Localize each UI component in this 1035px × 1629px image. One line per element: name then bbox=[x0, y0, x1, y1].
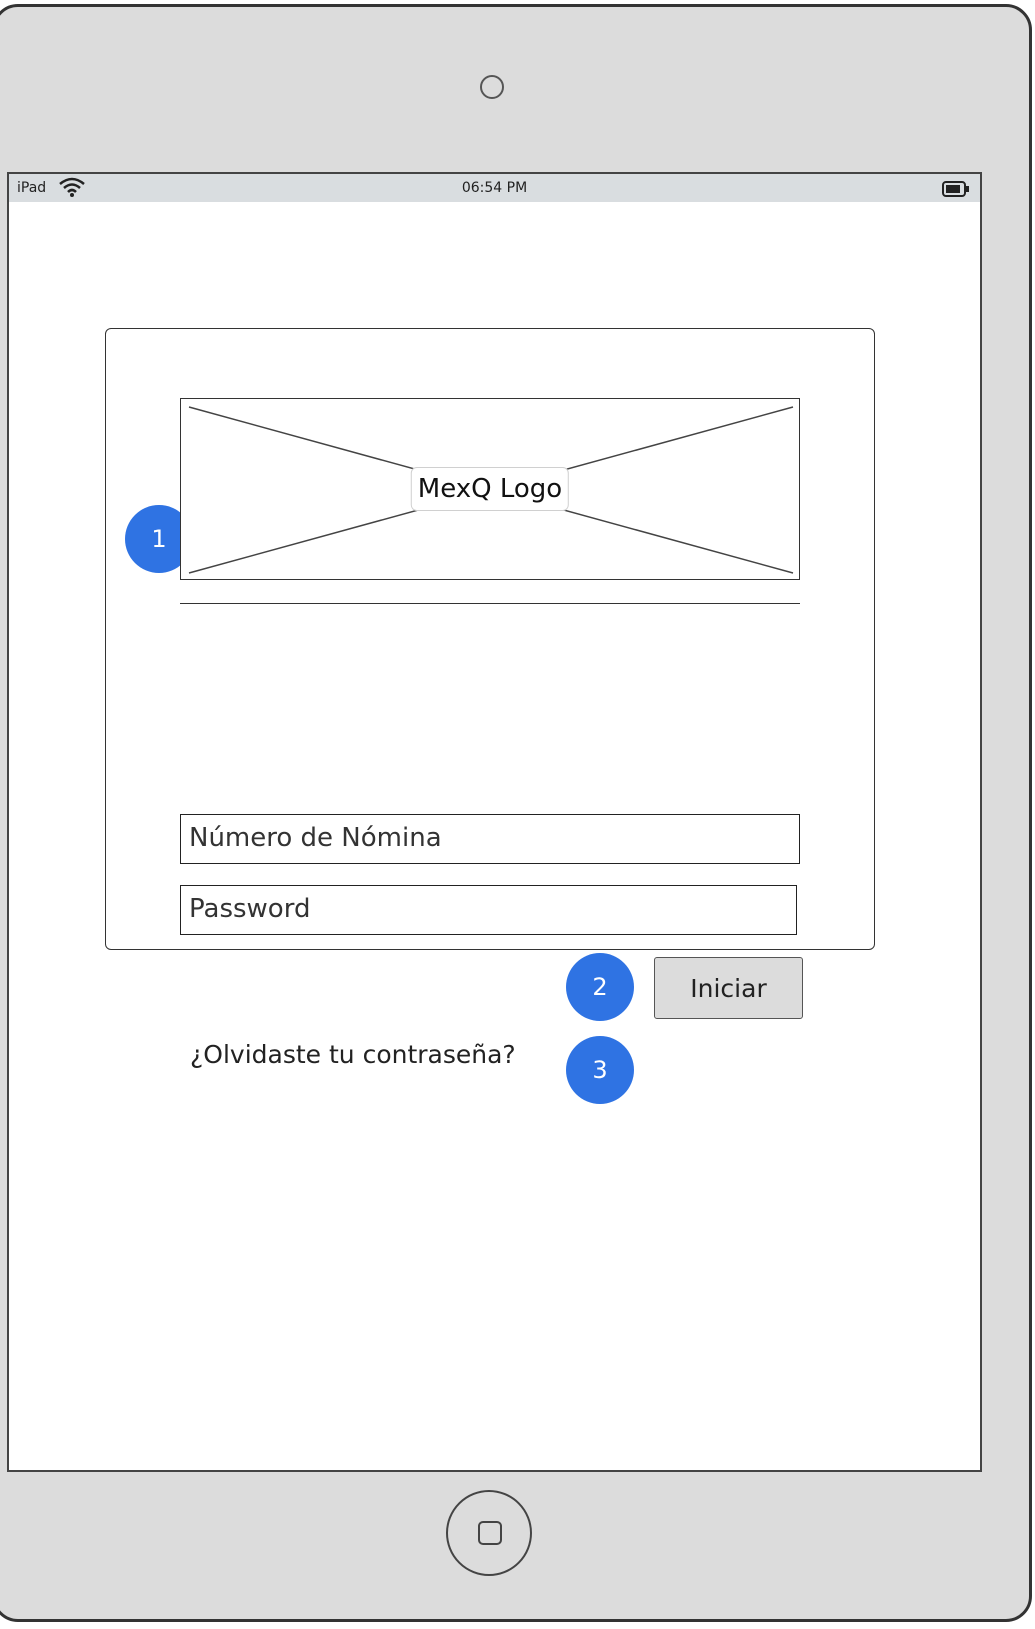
divider bbox=[180, 603, 800, 604]
employee-number-placeholder: Número de Nómina bbox=[189, 823, 442, 853]
logo-label: MexQ Logo bbox=[410, 467, 570, 511]
password-input[interactable]: Password bbox=[180, 885, 797, 935]
status-bar: iPad 06:54 PM bbox=[9, 174, 980, 202]
annotation-badge-3: 3 bbox=[566, 1036, 634, 1104]
home-button[interactable] bbox=[446, 1490, 532, 1576]
forgot-password-link[interactable]: ¿Olvidaste tu contraseña? bbox=[190, 1040, 516, 1069]
login-submit-button[interactable]: Iniciar bbox=[654, 957, 803, 1019]
password-placeholder: Password bbox=[189, 894, 311, 924]
camera-icon bbox=[480, 75, 504, 99]
status-time: 06:54 PM bbox=[461, 180, 528, 196]
logo-placeholder: MexQ Logo bbox=[180, 398, 800, 580]
battery-icon bbox=[942, 181, 970, 201]
annotation-badge-2: 2 bbox=[566, 953, 634, 1021]
employee-number-input[interactable]: Número de Nómina bbox=[180, 814, 800, 864]
home-square-icon bbox=[478, 1521, 502, 1545]
